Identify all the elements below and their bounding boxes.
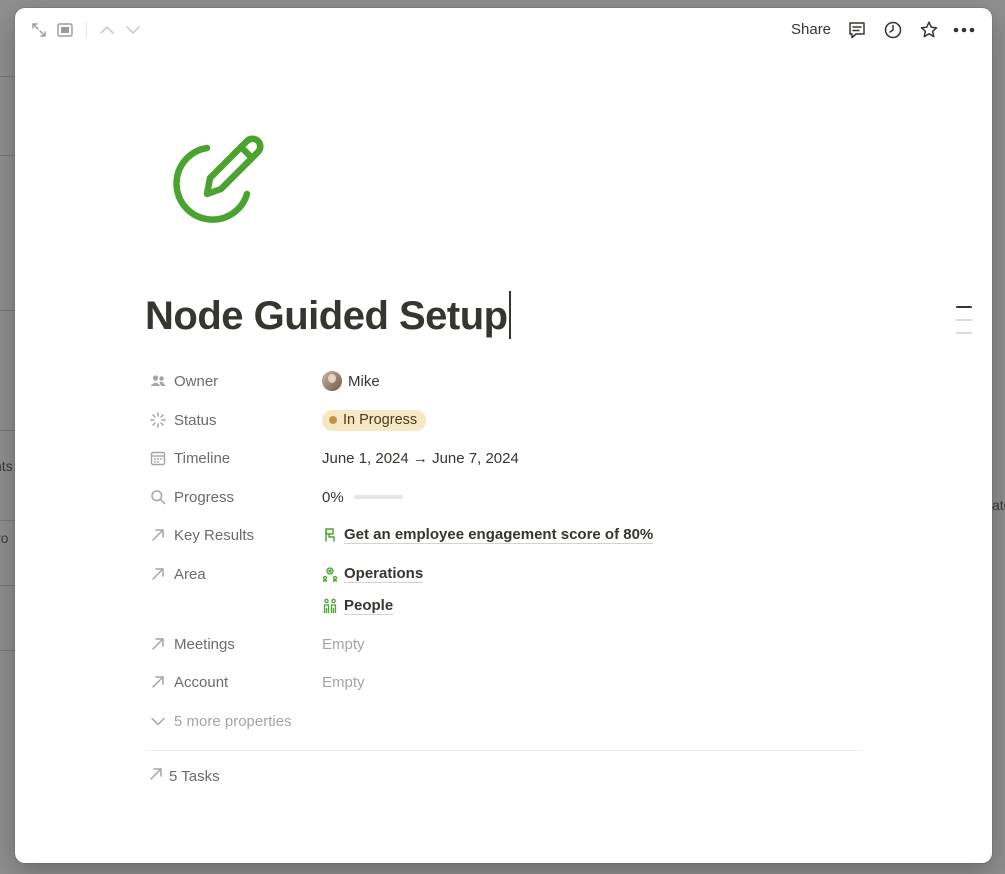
bg-text-fragment: nts xyxy=(0,458,13,474)
page-title[interactable]: Node Guided Setup xyxy=(145,290,511,342)
relation-arrow-icon xyxy=(149,635,167,653)
page-outline[interactable] xyxy=(956,306,972,345)
more-properties-label: 5 more properties xyxy=(174,712,292,730)
property-label-text: Progress xyxy=(174,488,235,506)
text-cursor xyxy=(508,291,511,340)
people-pair-icon xyxy=(322,598,338,614)
calendar-icon xyxy=(149,449,167,467)
toolbar-separator xyxy=(86,22,87,38)
property-label-status[interactable]: Status xyxy=(145,405,315,435)
area-link-operations[interactable]: Operations xyxy=(344,565,424,583)
property-label-meetings[interactable]: Meetings xyxy=(145,629,315,659)
outline-mark-active[interactable] xyxy=(956,306,972,308)
page-peek-modal: Share Node Guided Setup Owner Mike Statu… xyxy=(15,8,992,863)
bg-text-fragment: ate xyxy=(992,497,1005,513)
status-badge[interactable]: In Progress xyxy=(322,409,427,431)
search-icon xyxy=(149,488,167,506)
status-text: In Progress xyxy=(343,412,418,428)
property-label-timeline[interactable]: Timeline xyxy=(145,443,315,473)
avatar xyxy=(322,371,342,391)
chevron-down-icon[interactable] xyxy=(123,20,143,40)
bg-divider xyxy=(0,155,15,156)
property-label-account[interactable]: Account xyxy=(145,667,315,697)
relation-arrow-icon xyxy=(149,767,163,785)
tasks-relation[interactable]: 5 Tasks xyxy=(149,761,220,791)
progress-value[interactable]: 0% xyxy=(322,482,403,512)
outline-mark[interactable] xyxy=(956,332,972,334)
expand-icon[interactable] xyxy=(29,20,49,40)
property-label-text: Owner xyxy=(174,372,219,390)
bg-divider xyxy=(0,585,15,586)
property-label-text: Area xyxy=(174,565,206,583)
area-value-operations[interactable]: Operations xyxy=(322,559,424,589)
owner-value[interactable]: Mike xyxy=(322,366,380,396)
status-dot xyxy=(329,416,337,424)
owner-name: Mike xyxy=(348,372,380,390)
property-label-text: Key Results xyxy=(174,526,255,544)
chevron-up-icon[interactable] xyxy=(97,20,117,40)
property-label-text: Timeline xyxy=(174,449,231,467)
account-value[interactable]: Empty xyxy=(322,667,365,697)
people-icon xyxy=(149,372,167,390)
key-result-link[interactable]: Get an employee engagement score of 80% xyxy=(344,526,654,544)
meetings-value[interactable]: Empty xyxy=(322,629,365,659)
chevron-down-icon xyxy=(149,712,167,730)
area-link-people[interactable]: People xyxy=(344,597,394,615)
share-button[interactable]: Share xyxy=(785,19,837,41)
top-bar: Share xyxy=(15,8,992,52)
flag-icon xyxy=(322,527,338,543)
property-label-text: Account xyxy=(174,673,229,691)
property-label-text: Status xyxy=(174,411,217,429)
bg-divider xyxy=(0,430,15,431)
property-label-area[interactable]: Area xyxy=(145,559,315,589)
page-title-text[interactable]: Node Guided Setup xyxy=(145,294,508,338)
bg-divider xyxy=(0,310,15,311)
comment-icon[interactable] xyxy=(847,20,867,40)
bg-divider xyxy=(0,520,15,521)
more-icon[interactable] xyxy=(953,20,975,40)
relation-arrow-icon xyxy=(149,526,167,544)
bg-divider xyxy=(0,650,15,651)
key-results-value[interactable]: Get an employee engagement score of 80% xyxy=(322,520,654,550)
status-value[interactable]: In Progress xyxy=(322,405,427,435)
property-label-progress[interactable]: Progress xyxy=(145,482,315,512)
property-label-owner[interactable]: Owner xyxy=(145,366,315,396)
pencil-edit-icon[interactable] xyxy=(167,126,271,230)
progress-bar xyxy=(353,495,403,499)
tasks-label: 5 Tasks xyxy=(169,767,220,785)
outline-mark[interactable] xyxy=(956,319,972,321)
relation-arrow-icon xyxy=(149,565,167,583)
history-icon[interactable] xyxy=(883,20,903,40)
bg-text-fragment: ro xyxy=(0,530,9,546)
area-value-people[interactable]: People xyxy=(322,591,394,621)
relation-arrow-icon xyxy=(149,673,167,691)
bg-divider xyxy=(0,76,15,77)
section-divider xyxy=(145,750,863,751)
more-properties-button[interactable]: 5 more properties xyxy=(145,706,385,736)
sidebar-peek-icon[interactable] xyxy=(55,20,75,40)
status-spinner-icon xyxy=(149,411,167,429)
team-gear-icon xyxy=(322,566,338,582)
property-label-text: Meetings xyxy=(174,635,235,653)
progress-percent: 0% xyxy=(322,488,344,506)
property-label-key-results[interactable]: Key Results xyxy=(145,520,315,550)
timeline-value[interactable]: June 1, 2024 → June 7, 2024 xyxy=(322,443,519,473)
star-icon[interactable] xyxy=(919,20,939,40)
